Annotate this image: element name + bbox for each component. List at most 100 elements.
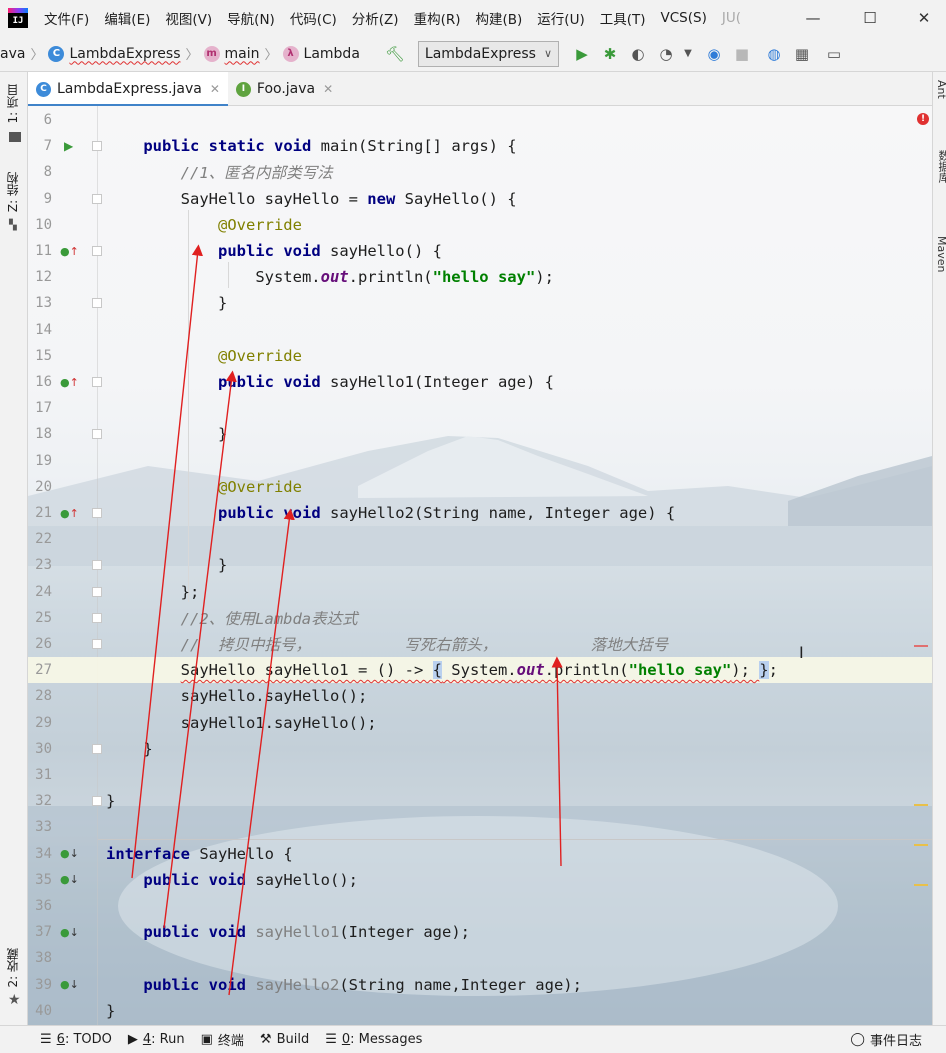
tab-foo[interactable]: I Foo.java ✕ [228,72,341,106]
search-everywhere-icon[interactable]: ◍ [763,43,785,65]
fold-marker-icon[interactable] [92,193,102,204]
minimize-icon[interactable]: — [803,8,823,28]
project-tool-tab[interactable]: 1: 项目 [4,84,21,124]
code-line[interactable]: 28 sayHello.sayHello(); [28,683,932,709]
menu-edit[interactable]: 编辑(E) [104,8,150,28]
fold-marker-icon[interactable] [92,612,102,623]
tab-lambdaexpress[interactable]: C LambdaExpress.java ✕ [28,72,228,107]
code-line[interactable]: 20 @Override [28,474,932,500]
menu-refactor[interactable]: 重构(R) [414,8,461,28]
code-line[interactable]: 22 [28,526,932,552]
error-indicator-icon[interactable]: ! [917,113,929,125]
code-line[interactable]: 38 [28,945,932,971]
stop-icon[interactable]: ■ [731,43,753,65]
fold-marker-icon[interactable] [92,586,102,597]
breadcrumb-package[interactable]: ava [0,46,25,62]
code-line[interactable]: 24 }; [28,579,932,605]
warning-stripe-mark[interactable] [914,804,928,806]
code-line[interactable]: 36 [28,893,932,919]
fold-marker-icon[interactable] [92,508,102,518]
implements-method-icon[interactable]: ●↑ [60,245,79,258]
implements-method-icon[interactable]: ●↑ [60,507,79,520]
fold-marker-icon[interactable] [92,141,102,152]
close-tab-icon[interactable]: ✕ [210,82,220,96]
fold-marker-icon[interactable] [92,377,102,387]
run-configuration-select[interactable]: LambdaExpress ∨ [417,40,560,67]
menu-vcs[interactable]: VCS(S) [661,10,707,26]
code-line[interactable]: 30 } [28,736,932,762]
error-stripe-mark[interactable] [914,645,928,647]
build-tool-button[interactable]: ⚒ Build [260,1032,309,1047]
implemented-by-icon[interactable]: ●↓ [60,978,79,991]
fold-marker-icon[interactable] [92,796,102,807]
implements-method-icon[interactable]: ●↑ [60,376,79,389]
project-structure-icon[interactable]: ▦ [791,43,813,65]
messages-tool-button[interactable]: ☰ 0: Messages [325,1032,422,1047]
code-line[interactable]: 14 [28,317,932,343]
close-tab-icon[interactable]: ✕ [323,82,333,96]
menu-code[interactable]: 代码(C) [290,8,337,28]
menu-file[interactable]: 文件(F) [44,8,89,28]
code-line[interactable]: 7 ▶ public static void main(String[] args… [28,133,932,159]
code-line[interactable]: 31 [28,762,932,788]
fold-marker-icon[interactable] [92,560,102,571]
code-line[interactable]: 6 [28,107,932,133]
run-gutter-icon[interactable]: ▶ [64,139,73,153]
implemented-by-icon[interactable]: ●↓ [60,926,79,939]
code-line[interactable]: 18 } [28,421,932,447]
code-line[interactable]: 8 //1、匿名内部类写法 [28,159,932,185]
code-line[interactable]: 37 ●↓ public void sayHello1(Integer age); [28,919,932,945]
code-line[interactable]: 40} [28,998,932,1024]
fold-marker-icon[interactable] [92,298,102,309]
menu-analyze[interactable]: 分析(Z) [352,8,399,28]
code-line[interactable]: 25 //2、使用Lambda表达式 [28,605,932,631]
code-line[interactable]: 17 [28,395,932,421]
implemented-by-icon[interactable]: ●↓ [60,873,79,886]
breadcrumb-class[interactable]: C LambdaExpress [48,45,181,62]
code-line[interactable]: 32} [28,788,932,814]
run-tool-button[interactable]: ▶ 4: Run [128,1032,185,1047]
fold-marker-icon[interactable] [92,743,102,754]
code-line[interactable]: 19 [28,448,932,474]
breadcrumb-lambda[interactable]: λ Lambda [282,45,360,62]
fold-marker-icon[interactable] [92,429,102,440]
database-tool-tab[interactable]: 数据库 [935,150,946,183]
todo-tool-button[interactable]: ☰ 6: TODO [40,1032,112,1047]
event-log-button[interactable]: ◯ 事件日志 [850,1030,922,1049]
fold-marker-icon[interactable] [92,246,102,256]
maven-tool-tab[interactable]: Maven [935,236,946,272]
coverage-icon[interactable]: ◐ [627,43,649,65]
menu-tools[interactable]: 工具(T) [600,8,646,28]
code-line[interactable]: 13 } [28,290,932,316]
update-running-app-icon[interactable]: ◉ [703,43,725,65]
ant-tool-tab[interactable]: Ant [935,80,946,99]
menu-run[interactable]: 运行(U) [537,8,584,28]
code-line[interactable]: 10 @Override [28,212,932,238]
code-line[interactable]: 23 } [28,552,932,578]
maximize-icon[interactable]: ☐ [860,8,880,28]
chevron-down-icon[interactable]: ▼ [677,43,699,65]
presentation-icon[interactable]: ▭ [823,43,845,65]
terminal-tool-button[interactable]: ▣ 终端 [201,1030,244,1049]
profile-icon[interactable]: ◔ [655,43,677,65]
run-icon[interactable]: ▶ [571,43,593,65]
code-line[interactable]: 12 System.out.println("hello say"); [28,264,932,290]
code-line[interactable]: 16 ●↑ public void sayHello1(Integer age) … [28,369,932,395]
debug-icon[interactable]: ✱ [599,43,621,65]
code-line[interactable]: 15 @Override [28,343,932,369]
code-line[interactable]: 21 ●↑ public void sayHello2(String name, … [28,500,932,526]
code-editor[interactable]: 6 7 ▶ public static void main(String[] arg… [28,106,932,1025]
structure-tool-tab[interactable]: Z: 结构 [4,172,21,212]
menu-navigate[interactable]: 导航(N) [227,8,275,28]
code-line[interactable]: 11 ●↑ public void sayHello() { [28,238,932,264]
code-line[interactable]: 33 [28,814,932,840]
breadcrumb-method[interactable]: m main [203,45,260,62]
fold-marker-icon[interactable] [92,639,102,649]
warning-stripe-mark[interactable] [914,844,928,846]
close-window-icon[interactable]: ✕ [914,8,934,28]
implemented-by-icon[interactable]: ●↓ [60,847,79,860]
code-line[interactable]: 35 ●↓ public void sayHello(); [28,867,932,893]
build-hammer-icon[interactable]: 🔨︎ [384,43,406,65]
favorites-tool-tab[interactable]: 2: 收藏 [4,948,21,988]
code-line[interactable]: 26 // 拷贝中括号， 写死右箭头， 落地大括号 [28,631,932,657]
